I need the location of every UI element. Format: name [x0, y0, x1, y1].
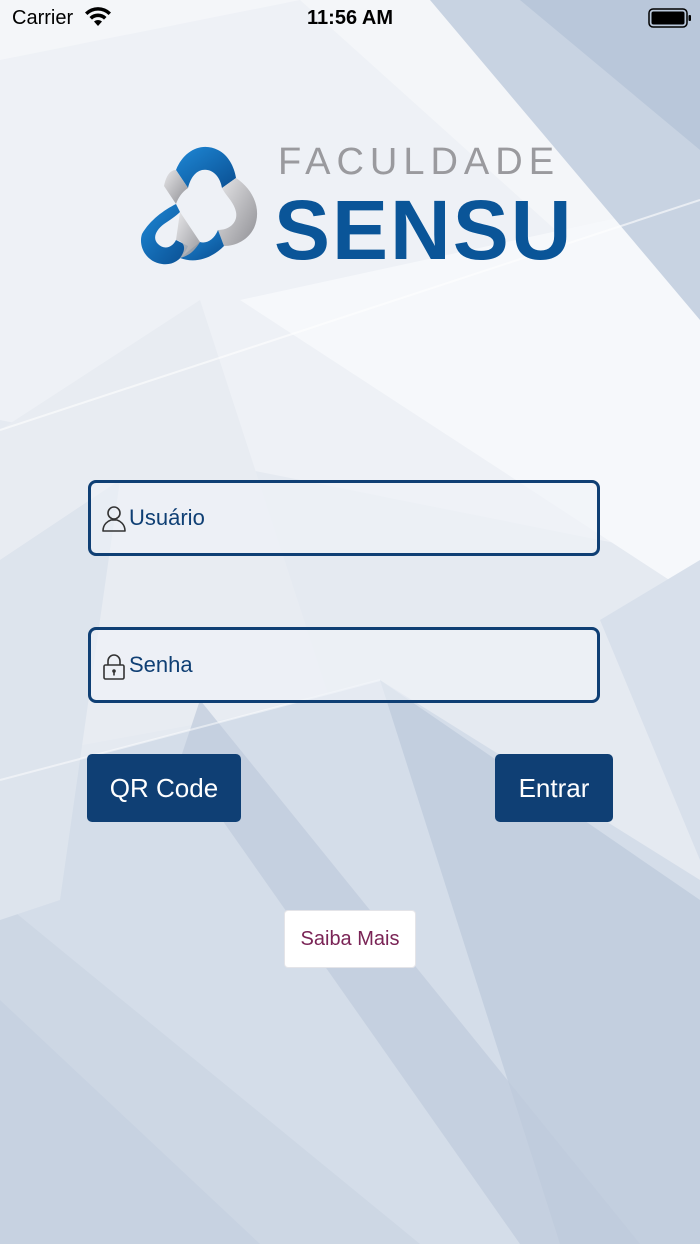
enter-button[interactable]: Entrar [495, 754, 613, 822]
user-icon [102, 506, 126, 532]
logo-top-text: FACULDADE [278, 141, 561, 183]
username-input[interactable] [129, 483, 585, 553]
lock-icon [103, 654, 125, 680]
battery-icon [648, 8, 691, 28]
logo-mark-icon [140, 146, 258, 265]
logo-main-text: SENSU [274, 183, 574, 277]
password-field[interactable] [88, 627, 600, 703]
status-bar: Carrier 11:56 AM [0, 0, 700, 36]
learn-more-button[interactable]: Saiba Mais [284, 910, 416, 968]
faculdade-sensu-logo: FACULDADE SENSU [136, 140, 571, 272]
username-field[interactable] [88, 480, 600, 556]
qr-code-button[interactable]: QR Code [87, 754, 241, 822]
clock: 11:56 AM [307, 7, 393, 29]
password-input[interactable] [129, 630, 585, 700]
